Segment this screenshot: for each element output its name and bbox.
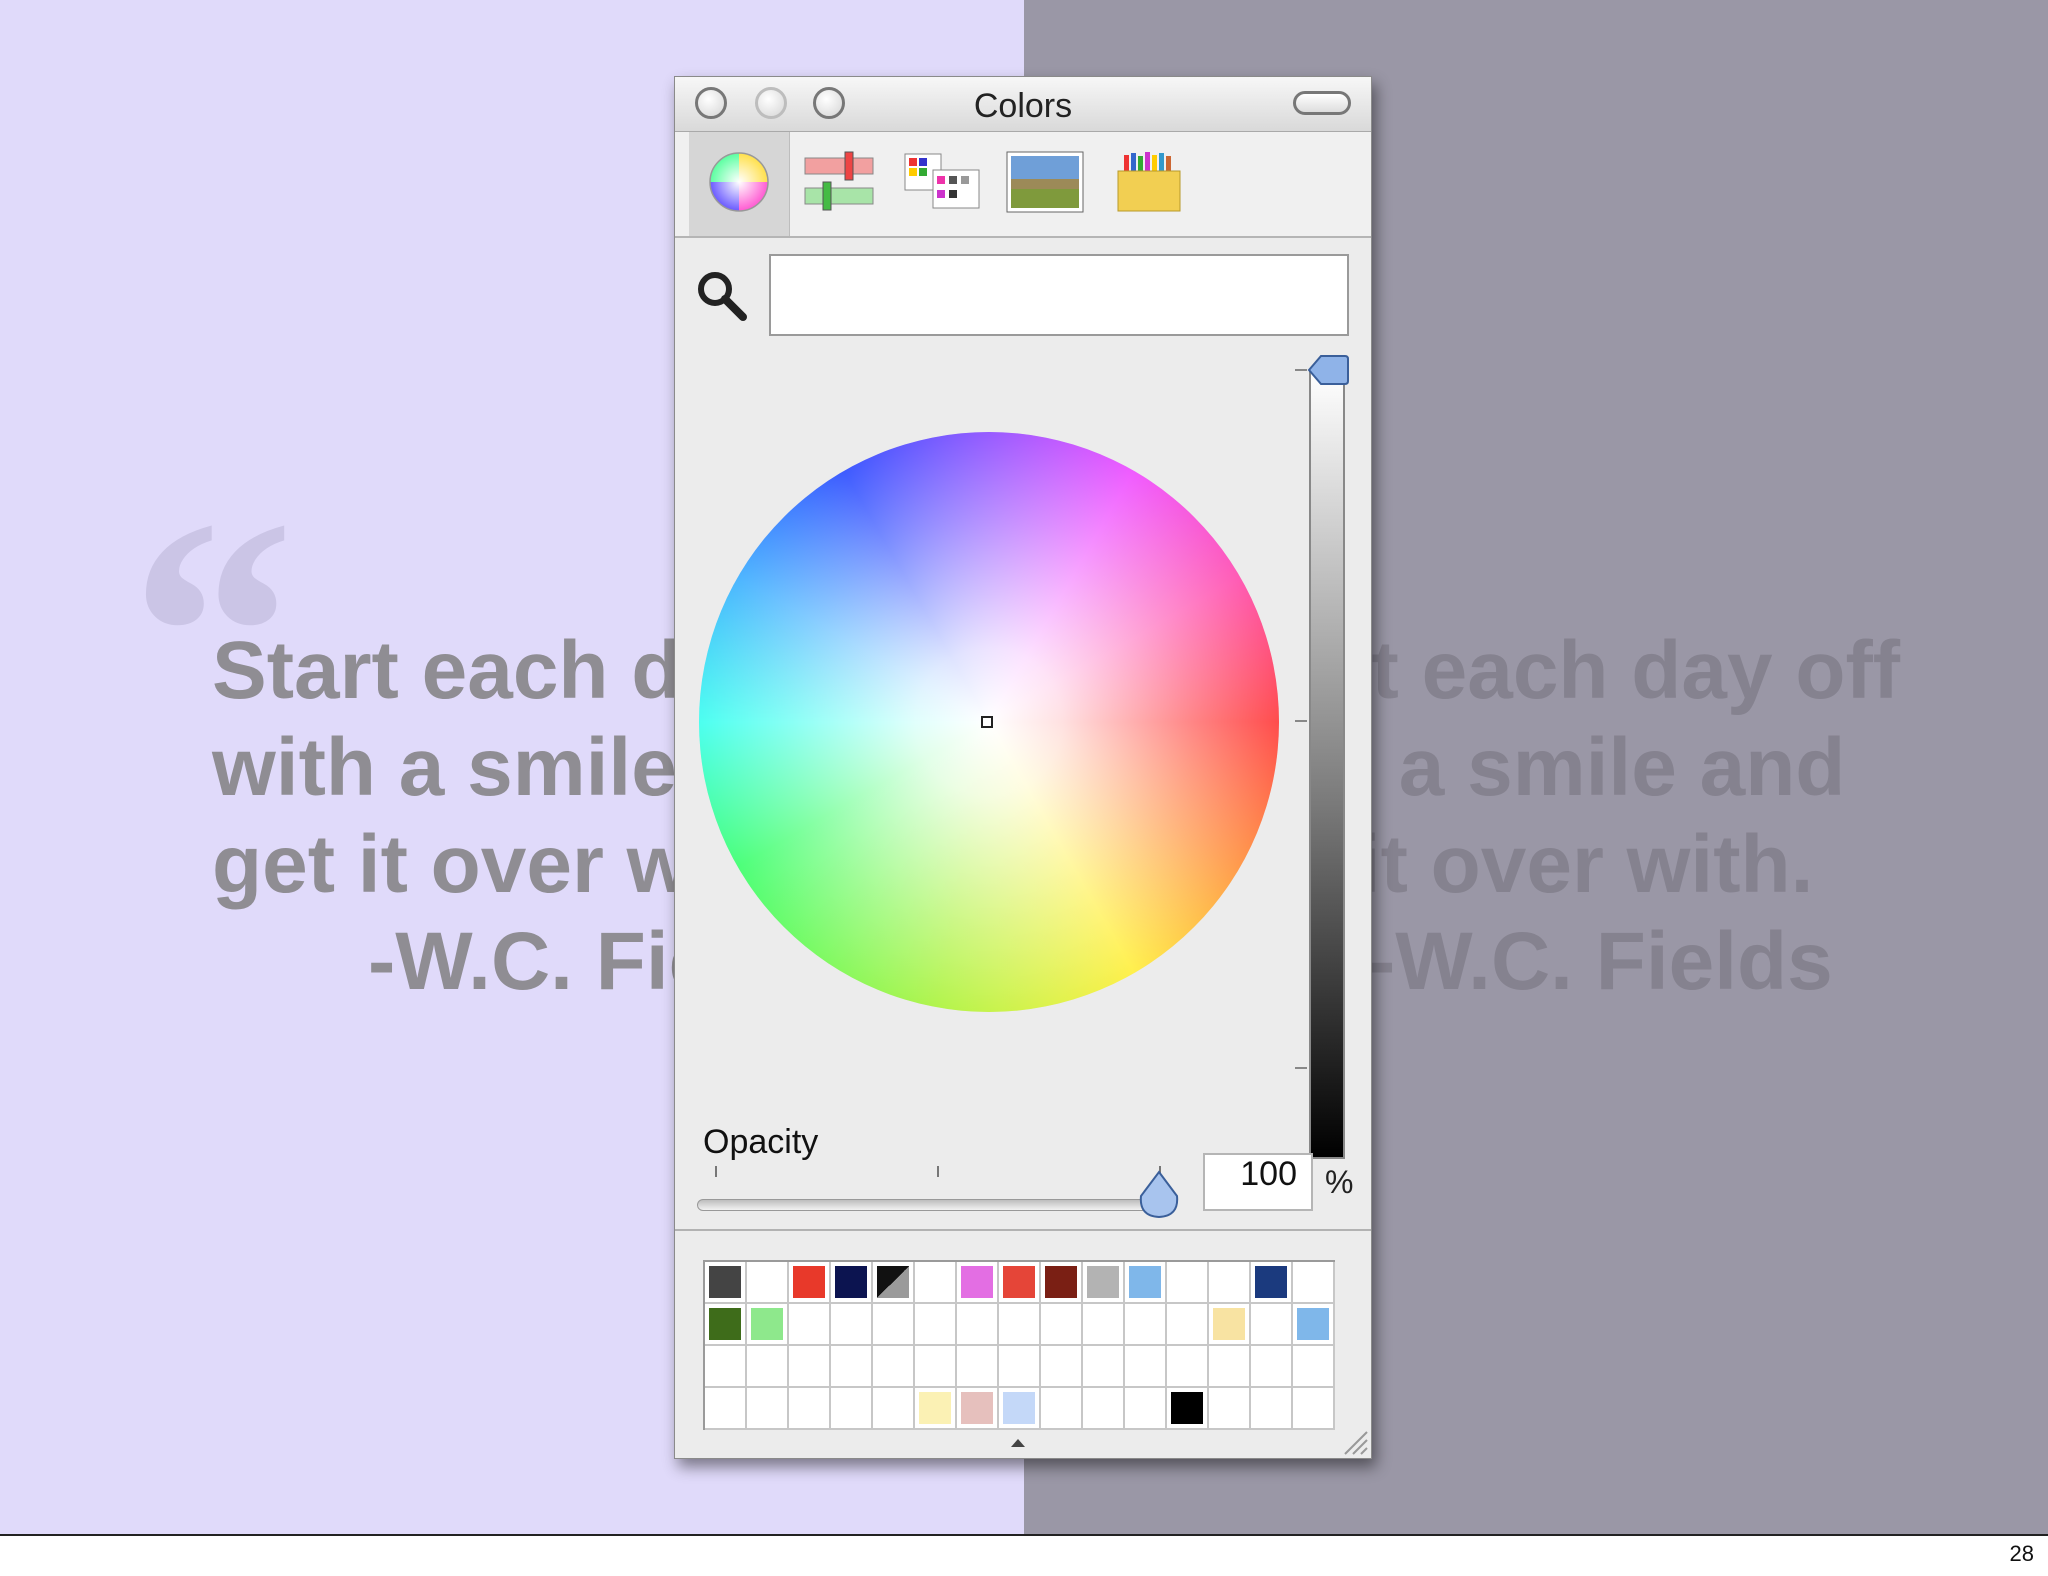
resize-grip-icon[interactable]	[1339, 1426, 1369, 1456]
color-swatch[interactable]	[747, 1304, 789, 1346]
color-search-input[interactable]	[769, 254, 1349, 336]
color-swatch[interactable]	[1041, 1304, 1083, 1346]
swatch-grid	[703, 1260, 1335, 1430]
landscape-image-icon	[1006, 151, 1084, 218]
slide: “ Start each day off with a smile and ge…	[0, 0, 2048, 1536]
chevron-up-icon[interactable]	[1011, 1439, 1025, 1447]
color-swatch[interactable]	[1041, 1346, 1083, 1388]
color-swatch[interactable]	[1167, 1304, 1209, 1346]
opacity-tick	[937, 1166, 939, 1177]
color-swatch[interactable]	[1041, 1262, 1083, 1304]
crayons-tab[interactable]	[1099, 132, 1199, 236]
color-swatch[interactable]	[705, 1346, 747, 1388]
color-swatch[interactable]	[915, 1262, 957, 1304]
color-swatch[interactable]	[999, 1346, 1041, 1388]
color-swatch[interactable]	[1251, 1388, 1293, 1430]
opacity-label: Opacity	[703, 1123, 819, 1161]
title-bar[interactable]: Colors	[675, 77, 1371, 132]
colors-window: Colors Opacity 100 %	[674, 76, 1372, 1459]
color-swatch[interactable]	[957, 1346, 999, 1388]
brightness-tick	[1295, 1067, 1307, 1069]
color-swatch[interactable]	[747, 1346, 789, 1388]
color-wheel-cursor[interactable]	[981, 716, 993, 728]
color-swatch[interactable]	[1209, 1388, 1251, 1430]
color-wheel-icon	[707, 150, 771, 219]
color-swatch[interactable]	[1041, 1388, 1083, 1430]
color-swatch[interactable]	[1251, 1346, 1293, 1388]
color-swatch[interactable]	[1209, 1304, 1251, 1346]
color-swatch[interactable]	[831, 1388, 873, 1430]
color-swatch[interactable]	[873, 1346, 915, 1388]
brightness-slider[interactable]	[1309, 369, 1345, 1159]
brightness-tick	[1295, 369, 1307, 371]
color-swatch[interactable]	[789, 1346, 831, 1388]
search-icon	[693, 267, 749, 323]
color-swatch[interactable]	[915, 1304, 957, 1346]
color-swatch[interactable]	[1293, 1262, 1335, 1304]
swatch-divider	[675, 1229, 1371, 1231]
color-palettes-tab[interactable]	[893, 132, 993, 236]
page-number: 28	[2009, 1541, 2034, 1566]
color-swatch[interactable]	[1125, 1388, 1167, 1430]
crayon-box-icon	[1116, 151, 1182, 218]
sliders-icon	[801, 150, 877, 219]
color-swatch[interactable]	[1167, 1346, 1209, 1388]
color-swatch[interactable]	[873, 1388, 915, 1430]
picker-toolbar	[675, 132, 1371, 238]
color-swatch[interactable]	[1083, 1262, 1125, 1304]
color-swatch[interactable]	[999, 1388, 1041, 1430]
window-title: Colors	[973, 87, 1073, 125]
color-swatch[interactable]	[873, 1262, 915, 1304]
brightness-tick	[1295, 720, 1307, 722]
color-swatch[interactable]	[1209, 1346, 1251, 1388]
color-swatch[interactable]	[705, 1262, 747, 1304]
color-swatch[interactable]	[789, 1388, 831, 1430]
color-wheel-tab[interactable]	[689, 132, 790, 236]
color-swatch[interactable]	[1251, 1262, 1293, 1304]
color-swatch[interactable]	[831, 1346, 873, 1388]
color-swatch[interactable]	[1293, 1346, 1335, 1388]
opacity-slider[interactable]	[697, 1199, 1177, 1211]
color-swatch[interactable]	[1083, 1388, 1125, 1430]
color-swatch[interactable]	[789, 1262, 831, 1304]
color-swatch[interactable]	[1167, 1262, 1209, 1304]
color-swatch[interactable]	[1293, 1304, 1335, 1346]
color-swatch[interactable]	[789, 1304, 831, 1346]
color-swatch[interactable]	[873, 1304, 915, 1346]
color-swatch[interactable]	[1167, 1388, 1209, 1430]
image-palettes-tab[interactable]	[995, 132, 1095, 236]
color-swatch[interactable]	[747, 1388, 789, 1430]
color-swatch[interactable]	[1125, 1346, 1167, 1388]
color-swatch[interactable]	[705, 1388, 747, 1430]
color-sliders-tab[interactable]	[789, 132, 889, 236]
color-swatch[interactable]	[1083, 1304, 1125, 1346]
palette-icon	[903, 152, 983, 217]
color-swatch[interactable]	[915, 1388, 957, 1430]
opacity-unit: %	[1325, 1164, 1354, 1200]
toolbar-toggle-button[interactable]	[1293, 91, 1351, 115]
color-swatch[interactable]	[1125, 1262, 1167, 1304]
color-swatch[interactable]	[831, 1262, 873, 1304]
color-swatch[interactable]	[1209, 1262, 1251, 1304]
color-swatch[interactable]	[957, 1262, 999, 1304]
color-swatch[interactable]	[957, 1388, 999, 1430]
opacity-slider-knob[interactable]	[1137, 1170, 1181, 1220]
opacity-tick	[715, 1166, 717, 1177]
opacity-value-field[interactable]: 100	[1203, 1153, 1313, 1211]
color-swatch[interactable]	[1293, 1388, 1335, 1430]
color-swatch[interactable]	[1083, 1346, 1125, 1388]
color-swatch[interactable]	[831, 1304, 873, 1346]
color-swatch[interactable]	[705, 1304, 747, 1346]
color-swatch[interactable]	[747, 1262, 789, 1304]
color-swatch[interactable]	[957, 1304, 999, 1346]
color-swatch[interactable]	[999, 1262, 1041, 1304]
color-swatch[interactable]	[1251, 1304, 1293, 1346]
color-swatch[interactable]	[1125, 1304, 1167, 1346]
brightness-slider-knob[interactable]	[1307, 353, 1349, 387]
color-swatch[interactable]	[915, 1346, 957, 1388]
color-swatch[interactable]	[999, 1304, 1041, 1346]
